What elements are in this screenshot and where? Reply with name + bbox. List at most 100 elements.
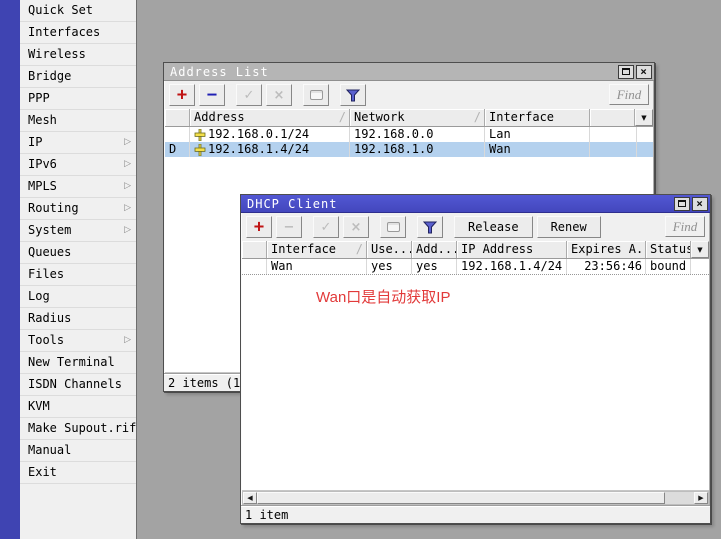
address-list-titlebar[interactable]: Address List × xyxy=(164,63,654,81)
sidebar-item-mesh[interactable]: Mesh xyxy=(20,110,136,132)
remove-button[interactable]: − xyxy=(276,216,302,238)
sidebar-item-interfaces[interactable]: Interfaces xyxy=(20,22,136,44)
add-icon: + xyxy=(254,219,264,236)
maximize-icon xyxy=(622,68,630,75)
sidebar-item-label: Routing xyxy=(28,198,124,219)
comment-button[interactable] xyxy=(303,84,329,106)
sidebar-item-exit[interactable]: Exit xyxy=(20,462,136,484)
sidebar-item-files[interactable]: Files xyxy=(20,264,136,286)
sidebar-item-isdn-channels[interactable]: ISDN Channels xyxy=(20,374,136,396)
row-network: 192.168.0.0 xyxy=(350,127,485,142)
scrollbar-thumb[interactable] xyxy=(257,492,665,504)
submenu-arrow-icon: ▷ xyxy=(124,220,136,241)
column-add[interactable]: Add... xyxy=(412,241,457,258)
column-ip-address[interactable]: IP Address xyxy=(457,241,567,258)
sidebar-item-ppp[interactable]: PPP xyxy=(20,88,136,110)
row-interface: Wan xyxy=(485,142,590,157)
remove-button[interactable]: − xyxy=(199,84,225,106)
sidebar-item-log[interactable]: Log xyxy=(20,286,136,308)
enable-button[interactable]: ✓ xyxy=(236,84,262,106)
close-button[interactable]: × xyxy=(692,197,708,211)
scroll-left-button[interactable]: ◀ xyxy=(243,492,257,504)
horizontal-scrollbar[interactable]: ◀ ▶ xyxy=(242,491,709,505)
sidebar-item-manual[interactable]: Manual xyxy=(20,440,136,462)
add-button[interactable]: + xyxy=(246,216,272,238)
check-icon: ✓ xyxy=(321,221,332,234)
column-interface[interactable]: Interface/ xyxy=(267,241,367,258)
column-interface[interactable]: Interface xyxy=(485,109,590,126)
sidebar-item-routing[interactable]: Routing▷ xyxy=(20,198,136,220)
column-use[interactable]: Use... xyxy=(367,241,412,258)
sidebar-item-quick-set[interactable]: Quick Set xyxy=(20,0,136,22)
disable-button[interactable]: × xyxy=(343,216,369,238)
sidebar-item-bridge[interactable]: Bridge xyxy=(20,66,136,88)
sidebar-accent-strip xyxy=(0,0,20,539)
submenu-arrow-icon: ▷ xyxy=(124,132,136,153)
sidebar-item-wireless[interactable]: Wireless xyxy=(20,44,136,66)
sidebar-item-label: Make Supout.rif xyxy=(28,418,136,439)
row-interface: Lan xyxy=(485,127,590,142)
sidebar-item-label: Bridge xyxy=(28,66,136,87)
sidebar-item-new-terminal[interactable]: New Terminal xyxy=(20,352,136,374)
close-icon: × xyxy=(696,198,704,209)
check-icon: ✓ xyxy=(244,89,255,102)
submenu-arrow-icon: ▷ xyxy=(124,198,136,219)
table-row[interactable]: Wan yes yes 192.168.1.4/24 23:56:46 boun… xyxy=(242,259,709,274)
row-flags xyxy=(165,127,190,142)
sidebar-item-make-supout-rif[interactable]: Make Supout.rif xyxy=(20,418,136,440)
sidebar-item-label: PPP xyxy=(28,88,136,109)
disable-button[interactable]: × xyxy=(266,84,292,106)
chevron-down-icon: ▼ xyxy=(641,114,646,122)
release-button[interactable]: Release xyxy=(454,216,533,238)
dhcp-client-statusbar: 1 item xyxy=(241,505,710,523)
sidebar-item-radius[interactable]: Radius xyxy=(20,308,136,330)
column-flags[interactable] xyxy=(242,241,267,258)
sidebar-item-label: IPv6 xyxy=(28,154,124,175)
column-dropdown-button[interactable]: ▼ xyxy=(635,109,653,126)
column-label: Add... xyxy=(416,242,457,256)
table-row-selected[interactable]: D 192.168.1.4/24 192.168.1.0 Wan xyxy=(165,142,653,157)
row-interface: Wan xyxy=(267,259,367,274)
sidebar-item-label: Files xyxy=(28,264,136,285)
sidebar-item-label: New Terminal xyxy=(28,352,136,373)
find-button[interactable]: Find xyxy=(609,84,649,105)
sidebar-item-ip[interactable]: IP▷ xyxy=(20,132,136,154)
scroll-right-button[interactable]: ▶ xyxy=(694,492,708,504)
row-flags: D xyxy=(165,142,190,157)
row-status: bound xyxy=(646,259,691,274)
submenu-arrow-icon: ▷ xyxy=(124,154,136,175)
enable-button[interactable]: ✓ xyxy=(313,216,339,238)
column-flags[interactable] xyxy=(165,109,190,126)
sidebar-item-kvm[interactable]: KVM xyxy=(20,396,136,418)
column-status[interactable]: Status xyxy=(646,241,691,258)
remove-icon: − xyxy=(284,221,295,234)
sidebar-item-system[interactable]: System▷ xyxy=(20,220,136,242)
submenu-arrow-icon: ▷ xyxy=(124,176,136,197)
maximize-button[interactable] xyxy=(618,65,634,79)
sidebar-item-label: Wireless xyxy=(28,44,136,65)
maximize-button[interactable] xyxy=(674,197,690,211)
sidebar-item-mpls[interactable]: MPLS▷ xyxy=(20,176,136,198)
column-network[interactable]: Network/ xyxy=(350,109,485,126)
close-button[interactable]: × xyxy=(636,65,652,79)
column-dropdown-button[interactable]: ▼ xyxy=(691,241,709,258)
row-add: yes xyxy=(412,259,457,274)
dhcp-client-titlebar[interactable]: DHCP Client × xyxy=(241,195,710,213)
sidebar-item-tools[interactable]: Tools▷ xyxy=(20,330,136,352)
sidebar-item-ipv6[interactable]: IPv6▷ xyxy=(20,154,136,176)
table-row[interactable]: 192.168.0.1/24 192.168.0.0 Lan xyxy=(165,127,653,142)
add-button[interactable]: + xyxy=(169,84,195,106)
find-button[interactable]: Find xyxy=(665,216,705,237)
sidebar-item-queues[interactable]: Queues xyxy=(20,242,136,264)
filter-button[interactable] xyxy=(417,216,443,238)
filter-button[interactable] xyxy=(340,84,366,106)
row-address-text: 192.168.1.4/24 xyxy=(208,142,309,157)
comment-button[interactable] xyxy=(380,216,406,238)
remove-icon: − xyxy=(207,87,217,104)
sidebar-item-label: IP xyxy=(28,132,124,153)
column-expires-after[interactable]: Expires A... xyxy=(567,241,646,258)
annotation-text: Wan口是自动获取IP xyxy=(316,286,450,307)
row-network: 192.168.1.0 xyxy=(350,142,485,157)
renew-button[interactable]: Renew xyxy=(537,216,601,238)
column-address[interactable]: Address/ xyxy=(190,109,350,126)
